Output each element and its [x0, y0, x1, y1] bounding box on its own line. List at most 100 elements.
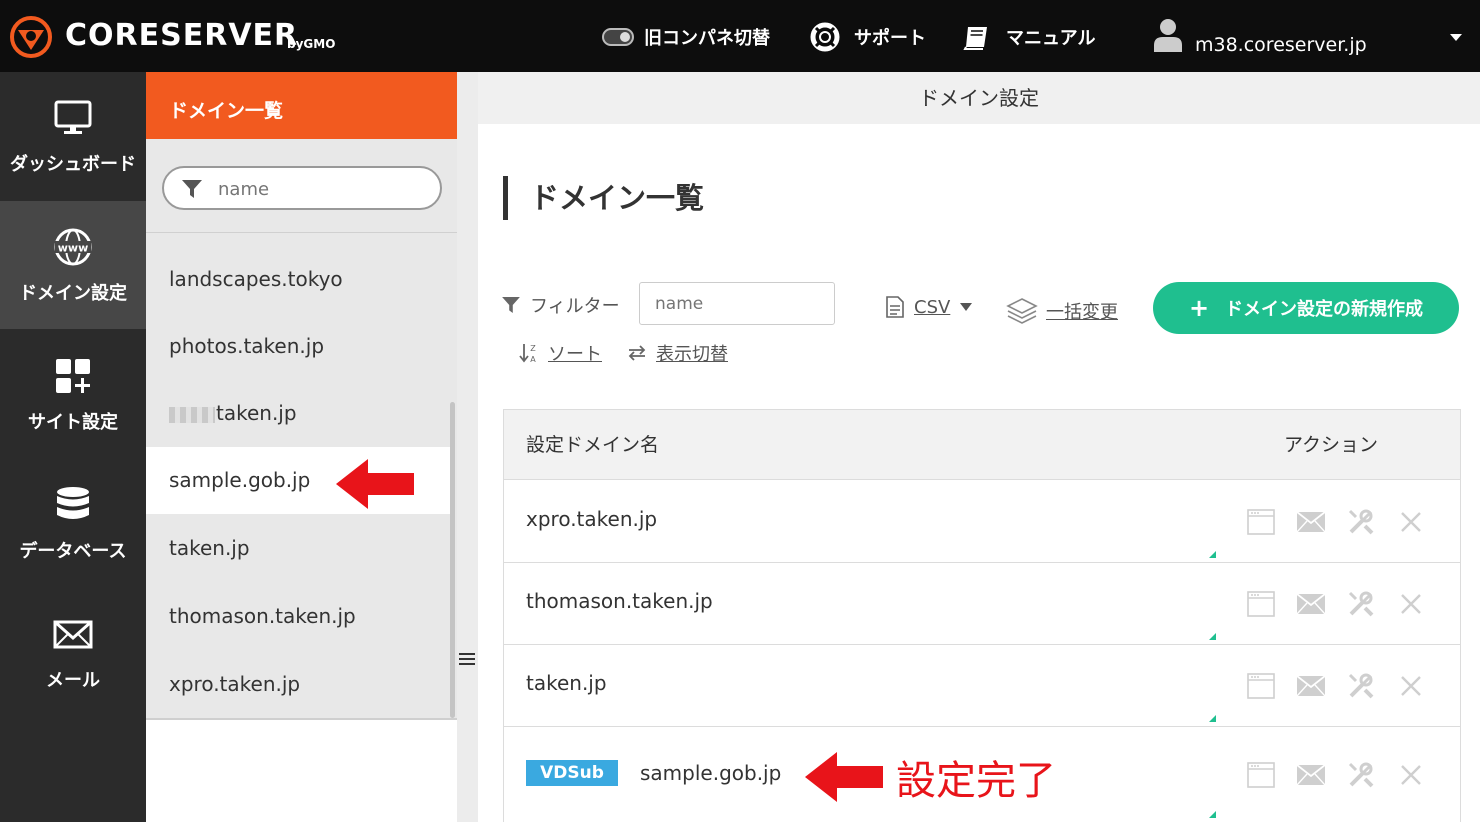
close-icon[interactable] — [1396, 671, 1426, 701]
domain-list-label: xpro.taken.jp — [169, 672, 301, 696]
masked-subdomain — [169, 406, 215, 423]
sort-az-icon: ZA — [518, 342, 540, 364]
database-icon — [57, 487, 89, 519]
bulk-change-link[interactable]: 一括変更 — [1006, 296, 1118, 326]
close-icon[interactable] — [1396, 589, 1426, 619]
sort-link[interactable]: ZA ソート — [518, 340, 602, 366]
manual-link[interactable]: マニュアル — [962, 22, 1095, 52]
panel-empty-area — [146, 720, 457, 822]
domain-list-label: taken.jp — [169, 536, 250, 560]
sidebar-item-label: ドメイン設定 — [19, 283, 127, 304]
main-content: ドメイン設定 ドメイン一覧 フィルター CSV 一括変更 + ドメイン設定の新規… — [478, 72, 1480, 822]
panel-title: ドメイン一覧 — [146, 72, 457, 139]
domain-list-item[interactable]: taken.jp — [146, 515, 450, 582]
sidebar-item-label: メール — [46, 670, 100, 691]
domain-list-item[interactable]: photos.taken.jp — [146, 313, 450, 380]
book-icon — [962, 22, 992, 52]
filter-icon — [500, 294, 522, 316]
tools-icon[interactable] — [1346, 760, 1376, 790]
sidebar: ダッシュボード www ドメイン設定 サイト設定 データベース メール — [0, 72, 146, 822]
table-row[interactable]: xpro.taken.jp — [504, 481, 1460, 563]
logo[interactable]: CORESERVER byGMO — [10, 16, 335, 58]
table-header: 設定ドメイン名 アクション — [504, 410, 1460, 480]
close-icon[interactable] — [1396, 507, 1426, 537]
sidebar-item-label: データベース — [19, 541, 127, 562]
mail-icon[interactable] — [1296, 760, 1326, 790]
domain-list-item[interactable]: xpro.taken.jp — [146, 651, 450, 718]
user-icon — [1154, 19, 1182, 52]
document-icon — [884, 296, 906, 318]
svg-text:Z: Z — [530, 344, 536, 353]
browser-window-icon[interactable] — [1246, 507, 1276, 537]
row-domain-name: taken.jp — [526, 671, 607, 695]
domain-list-item[interactable]: taken.jp — [146, 380, 450, 447]
filter-input[interactable] — [639, 282, 835, 325]
sidebar-item-domain[interactable]: www ドメイン設定 — [0, 201, 146, 329]
sidebar-item-site[interactable]: サイト設定 — [0, 330, 146, 458]
tools-icon[interactable] — [1346, 589, 1376, 619]
view-toggle-link[interactable]: 表示切替 — [626, 340, 728, 366]
sidebar-item-dashboard[interactable]: ダッシュボード — [0, 72, 146, 200]
globe-www-icon: www — [54, 228, 92, 266]
top-bar: CORESERVER byGMO 旧コンパネ切替 サポート マニュアル m38.… — [0, 0, 1480, 72]
domain-list-label: taken.jp — [216, 401, 297, 425]
panel-scrollbar[interactable] — [450, 402, 455, 718]
panel-search-input[interactable] — [218, 176, 428, 202]
col-action: アクション — [1284, 434, 1379, 456]
browser-window-icon[interactable] — [1246, 760, 1276, 790]
grid-plus-icon — [56, 359, 90, 393]
tools-icon[interactable] — [1346, 507, 1376, 537]
sidebar-item-mail[interactable]: メール — [0, 588, 146, 716]
annotation-complete: 設定完了 — [896, 758, 1056, 804]
user-menu[interactable]: m38.coreserver.jp — [1148, 10, 1478, 66]
filter-label-group: フィルター — [500, 292, 620, 318]
col-domain-name: 設定ドメイン名 — [526, 434, 660, 456]
domain-list-label: thomason.taken.jp — [169, 604, 356, 628]
vdsub-badge: VDSub — [526, 760, 618, 786]
sidebar-item-database[interactable]: データベース — [0, 459, 146, 587]
mail-icon[interactable] — [1296, 507, 1326, 537]
domain-list-label: landscapes.tokyo — [169, 267, 343, 291]
tools-icon[interactable] — [1346, 671, 1376, 701]
view-toggle-label: 表示切替 — [656, 344, 728, 365]
hamburger-icon[interactable] — [459, 652, 475, 666]
domain-list-item[interactable]: landscapes.tokyo — [146, 246, 450, 313]
domain-list-label: sample.gob.jp — [169, 468, 311, 492]
filter-label: フィルター — [530, 296, 620, 317]
browser-window-icon[interactable] — [1246, 589, 1276, 619]
envelope-icon — [53, 620, 93, 649]
table-row[interactable]: taken.jp — [504, 645, 1460, 727]
manual-label: マニュアル — [1006, 28, 1096, 49]
layers-icon — [1006, 296, 1038, 326]
toggle-switch-icon — [602, 28, 634, 46]
coreserver-logo-icon — [10, 16, 52, 58]
support-link[interactable]: サポート — [810, 22, 926, 52]
legacy-panel-label: 旧コンパネ切替 — [644, 28, 770, 49]
main-header: ドメイン設定 — [478, 72, 1480, 124]
csv-label: CSV — [914, 296, 951, 318]
sidebar-item-label: サイト設定 — [28, 412, 118, 433]
row-corner-marker — [1209, 811, 1216, 818]
new-domain-button[interactable]: + ドメイン設定の新規作成 — [1153, 282, 1459, 334]
sort-label: ソート — [548, 344, 602, 365]
user-host: m38.coreserver.jp — [1195, 34, 1367, 56]
legacy-panel-toggle[interactable]: 旧コンパネ切替 — [602, 22, 770, 52]
row-domain-name: thomason.taken.jp — [526, 589, 713, 613]
chevron-down-icon — [960, 303, 973, 311]
bulk-change-label: 一括変更 — [1046, 302, 1118, 323]
row-domain-name: sample.gob.jp — [640, 761, 782, 785]
row-corner-marker — [1209, 551, 1216, 558]
csv-dropdown[interactable]: CSV — [884, 296, 973, 318]
table-row[interactable]: thomason.taken.jp — [504, 563, 1460, 645]
page-title: ドメイン一覧 — [503, 176, 704, 220]
brand-name: CORESERVER — [65, 18, 299, 53]
domain-list-label: photos.taken.jp — [169, 334, 325, 358]
mail-icon[interactable] — [1296, 589, 1326, 619]
plus-icon: + — [1188, 294, 1210, 322]
row-domain-name: xpro.taken.jp — [526, 507, 658, 531]
close-icon[interactable] — [1396, 760, 1426, 790]
domain-list-item[interactable]: thomason.taken.jp — [146, 583, 450, 650]
mail-icon[interactable] — [1296, 671, 1326, 701]
swap-arrows-icon — [626, 342, 648, 364]
browser-window-icon[interactable] — [1246, 671, 1276, 701]
